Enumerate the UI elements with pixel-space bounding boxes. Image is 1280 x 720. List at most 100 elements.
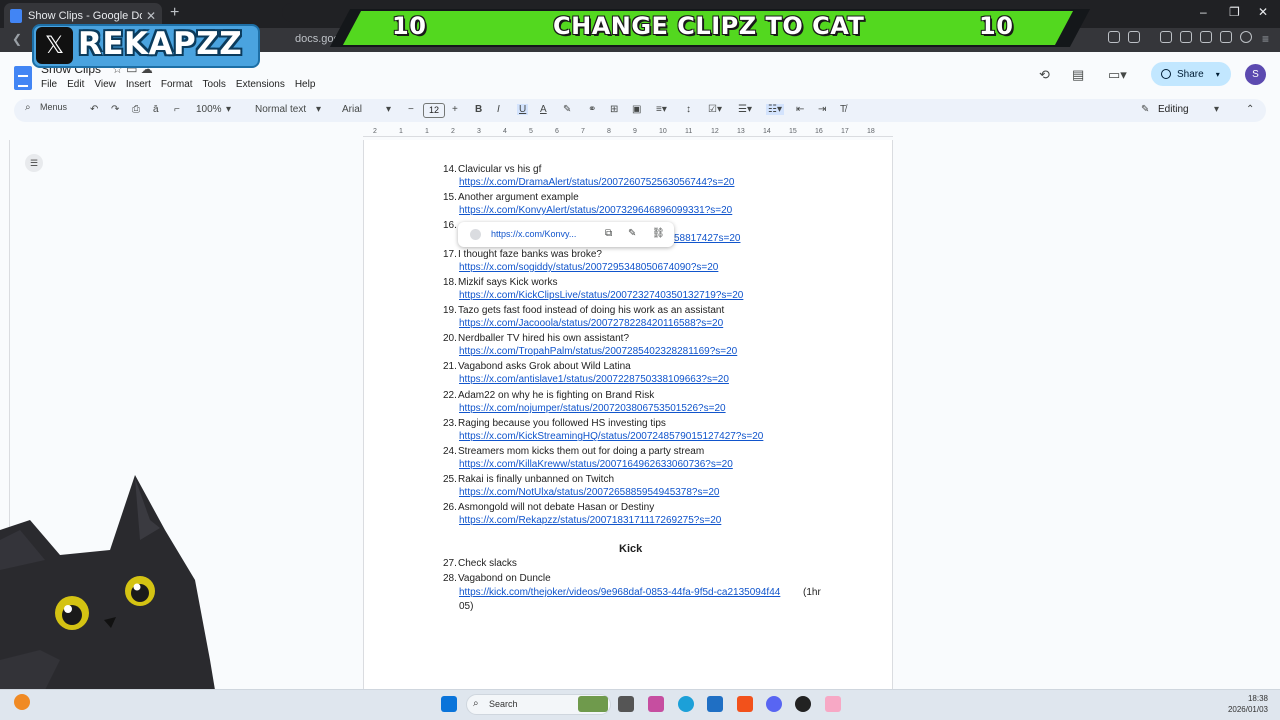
print-icon[interactable]: ⎙ [132,104,140,115]
list-item[interactable]: 16. [443,220,458,231]
comments-icon[interactable]: ▤ [1072,67,1084,83]
popup-link-url[interactable]: https://x.com/Konvy... [491,229,576,239]
store-icon[interactable] [707,696,723,712]
windows-start-icon[interactable] [441,696,457,712]
image-icon[interactable]: ▣ [632,104,641,115]
zoom-dropdown-icon[interactable]: ▾ [226,104,231,115]
menu-tools[interactable]: Tools [203,79,226,90]
vpn-icon[interactable] [1220,31,1232,43]
redo-icon[interactable]: ↷ [111,104,119,115]
menu-file[interactable]: File [41,79,57,90]
docs-logo-icon[interactable] [14,66,32,90]
list-item[interactable]: 27.Check slacks [443,558,517,569]
font-select[interactable]: Arial [342,104,362,115]
zoom-select[interactable]: 100% [196,104,222,115]
clip-link[interactable]: https://x.com/DramaAlert/status/20072607… [459,177,734,188]
browser-menu-icon[interactable]: ≡ [1262,32,1269,46]
list-item[interactable]: 22.Adam22 on why he is fighting on Brand… [443,390,654,401]
minimize-button[interactable]: – [1200,5,1207,19]
maximize-button[interactable]: ❐ [1229,5,1240,19]
numbered-list-icon[interactable]: ☷▾ [766,104,784,115]
clip-link[interactable]: https://x.com/Rekapzz/status/20071831711… [459,515,721,526]
list-item[interactable]: 17.I thought faze banks was broke? [443,249,602,260]
share-button[interactable]: Share ▾ [1151,62,1231,86]
italic-icon[interactable]: I [497,104,500,115]
document-outline-icon[interactable]: ☰ [25,154,43,172]
copilot-icon[interactable] [648,696,664,712]
clip-link[interactable]: 58817427s=20 [674,233,740,244]
underline-icon[interactable]: U [517,104,529,115]
align-icon[interactable]: ≡▾ [656,104,667,115]
style-select[interactable]: Normal text [255,104,306,115]
mode-dropdown-icon[interactable]: ▾ [1214,104,1219,115]
clip-link[interactable]: https://x.com/nojumper/status/2007203806… [459,403,726,414]
search-menus-label[interactable]: Menus [40,102,67,112]
shield-icon[interactable] [1240,31,1252,43]
list-item[interactable]: 26.Asmongold will not debate Hasan or De… [443,502,654,513]
discord-icon[interactable] [766,696,782,712]
clip-link[interactable]: https://x.com/sogiddy/status/20072953480… [459,262,718,273]
extension-icon[interactable] [1108,31,1120,43]
obs-icon[interactable] [795,696,811,712]
clip-link[interactable]: https://x.com/KillaKreww/status/20071649… [459,459,733,470]
line-spacing-icon[interactable]: ↕ [686,104,691,115]
list-item[interactable]: 25.Rakai is finally unbanned on Twitch [443,474,614,485]
remove-link-icon[interactable]: ⛓ [652,228,665,239]
list-item[interactable]: 14.Clavicular vs his gf [443,164,541,175]
clear-formatting-icon[interactable]: T̸ [840,104,846,115]
highlight-icon[interactable]: ✎ [563,104,571,115]
decrease-font-icon[interactable]: − [408,104,414,115]
clip-link[interactable]: https://x.com/NotUlxa/status/20072658859… [459,487,719,498]
kick-video-link[interactable]: https://kick.com/thejoker/videos/9e968da… [459,587,780,598]
extension-icon[interactable] [1128,31,1140,43]
list-item[interactable]: 28.Vagabond on Duncle [443,573,551,584]
list-item[interactable]: 20.Nerdballer TV hired his own assistant… [443,333,629,344]
comment-icon[interactable]: ⊞ [610,104,618,115]
bold-icon[interactable]: B [475,104,482,115]
new-tab-button[interactable]: + [170,4,179,22]
edge-icon[interactable] [678,696,694,712]
increase-indent-icon[interactable]: ⇥ [818,104,826,115]
list-item[interactable]: 19.Tazo gets fast food instead of doing … [443,305,724,316]
menu-edit[interactable]: Edit [67,79,84,90]
menu-insert[interactable]: Insert [126,79,151,90]
font-dropdown-icon[interactable]: ▾ [386,104,391,115]
style-dropdown-icon[interactable]: ▾ [316,104,321,115]
tab-close-icon[interactable]: ✕ [146,9,156,23]
clip-link[interactable]: https://x.com/KonvyAlert/status/20073296… [459,205,732,216]
clip-link[interactable]: https://x.com/Jacooola/status/2007278228… [459,318,723,329]
list-item[interactable]: 24.Streamers mom kicks them out for doin… [443,446,704,457]
paint-format-icon[interactable]: ⌐ [174,104,180,115]
decrease-indent-icon[interactable]: ⇤ [796,104,804,115]
list-item[interactable]: 23.Raging because you followed HS invest… [443,418,666,429]
search-menus-icon[interactable]: ⌕ [25,102,31,113]
editing-mode-select[interactable]: Editing [1158,104,1189,115]
sidebar-icon[interactable] [1180,31,1192,43]
avatar[interactable]: S [1245,64,1266,85]
checklist-icon[interactable]: ☑▾ [708,104,722,115]
text-color-icon[interactable]: A [540,104,547,115]
increase-font-icon[interactable]: + [452,104,458,115]
clip-link[interactable]: https://x.com/KickClipsLive/status/20072… [459,290,743,301]
horizontal-ruler[interactable] [363,128,893,137]
clip-link[interactable]: https://x.com/TropahPalm/status/20072854… [459,346,737,357]
list-item[interactable]: 15.Another argument example [443,192,579,203]
menu-format[interactable]: Format [161,79,193,90]
bulleted-list-icon[interactable]: ☰▾ [738,104,752,115]
list-item[interactable]: 21.Vagabond asks Grok about Wild Latina [443,361,631,372]
copy-link-icon[interactable]: ⧉ [605,228,612,239]
collapse-toolbar-icon[interactable]: ⌃ [1246,104,1254,115]
edit-link-icon[interactable]: ✎ [628,228,636,239]
version-history-icon[interactable]: ⟲ [1039,67,1050,83]
brave-icon[interactable] [737,696,753,712]
undo-icon[interactable]: ↶ [90,104,98,115]
media-icon[interactable] [1160,31,1172,43]
back-icon[interactable]: ❮ [12,32,22,46]
menu-help[interactable]: Help [295,79,316,90]
spellcheck-icon[interactable]: ā [153,104,159,115]
close-window-button[interactable]: ✕ [1258,5,1268,19]
clip-link[interactable]: https://x.com/antislave1/status/20072287… [459,374,729,385]
share-dropdown-icon[interactable]: ▾ [1216,70,1220,79]
meet-icon[interactable]: ▭▾ [1108,67,1127,83]
system-clock[interactable]: 18:38 2026/01/03 [1220,693,1268,715]
